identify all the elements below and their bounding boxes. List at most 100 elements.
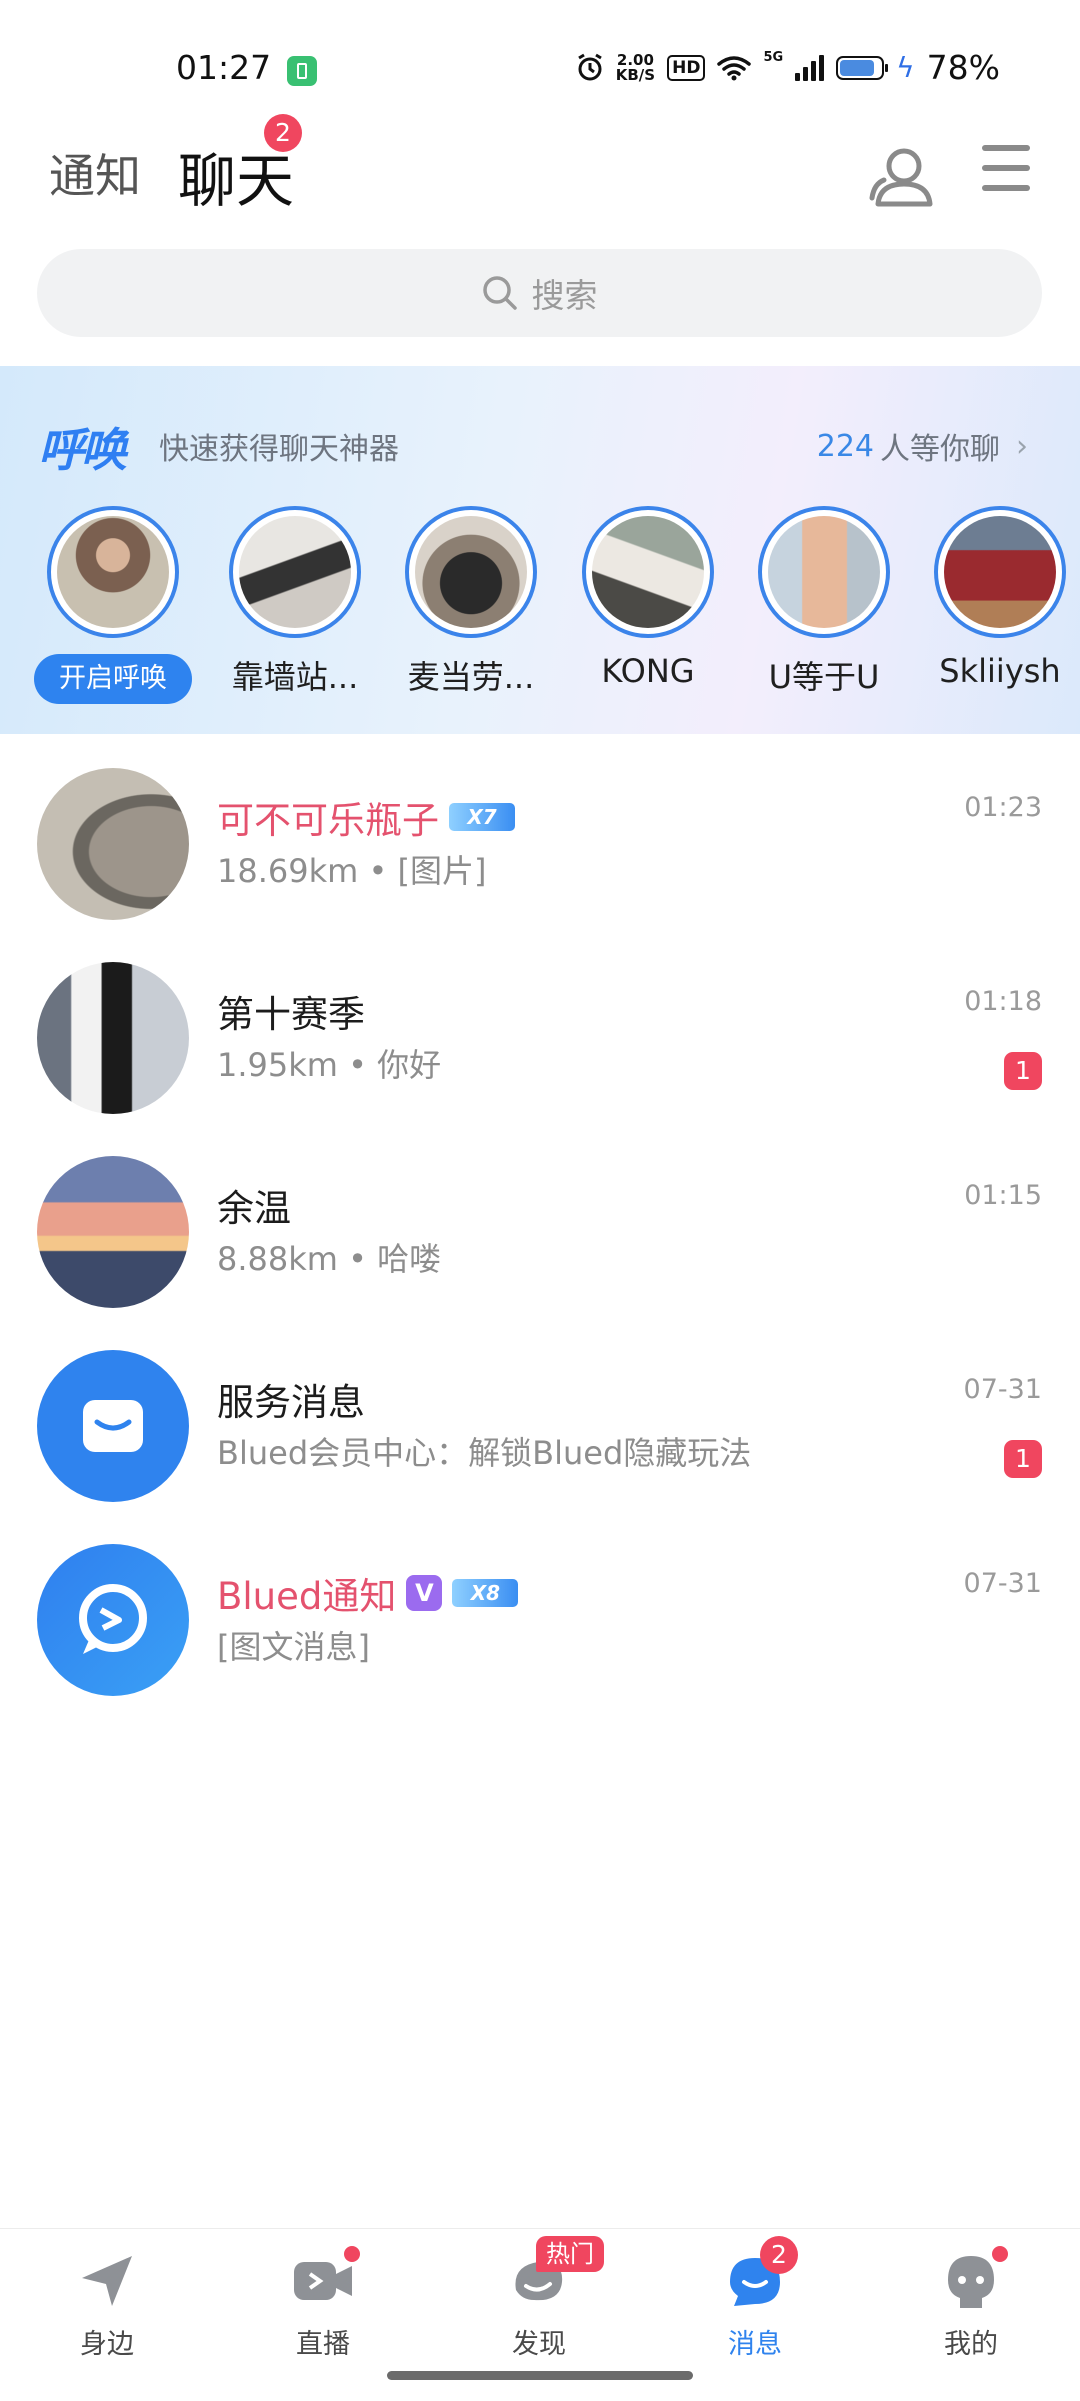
story-name: 靠墙站... xyxy=(231,658,359,696)
message-icon: 2 xyxy=(724,2236,798,2312)
story-name: KONG xyxy=(601,652,695,690)
story-item[interactable]: U等于U xyxy=(758,506,890,698)
vip-level: 7 xyxy=(482,805,497,829)
status-time: 01:27 xyxy=(176,48,272,87)
vip-level: 8 xyxy=(486,1581,501,1605)
chat-name-text: 服务消息 xyxy=(217,1381,365,1424)
chat-name-text: 余温 xyxy=(217,1187,291,1230)
search-bar[interactable]: 搜索 xyxy=(37,249,1042,337)
story-item[interactable]: 靠墙站... xyxy=(229,506,361,698)
story-avatar-ring xyxy=(405,506,537,638)
nav-label: 直播 xyxy=(296,2329,350,2360)
messages-badge: 2 xyxy=(760,2236,798,2274)
story-item[interactable]: 麦当劳... xyxy=(405,506,537,698)
nav-messages[interactable]: 2 消息 xyxy=(690,2236,820,2361)
story-avatar xyxy=(415,516,527,628)
battery-icon xyxy=(836,55,889,80)
unread-badge: 1 xyxy=(1004,1052,1042,1090)
story-avatar-ring xyxy=(934,506,1066,638)
nearby-icon xyxy=(76,2250,138,2312)
self-avatar xyxy=(57,516,169,628)
contacts-button[interactable] xyxy=(866,140,938,212)
live-icon xyxy=(292,2246,360,2312)
status-icons: 2.00 KB/S HD 5G ϟ 78% xyxy=(576,48,1000,87)
story-avatar xyxy=(944,516,1056,628)
story-avatar xyxy=(239,516,351,628)
nav-profile[interactable]: 我的 xyxy=(906,2246,1036,2361)
summon-subtitle: 快速获得聊天神器 xyxy=(159,432,399,467)
story-name: 麦当劳... xyxy=(407,658,535,696)
chat-name: 可不可乐瓶子 X7 xyxy=(217,790,515,844)
story-avatar-ring xyxy=(758,506,890,638)
nav-dot xyxy=(992,2246,1008,2262)
verified-badge: V xyxy=(406,1575,443,1611)
hot-badge: 热门 xyxy=(536,2236,604,2272)
chat-tab-badge: 2 xyxy=(264,114,302,152)
nav-discover[interactable]: 热门 发现 xyxy=(474,2236,604,2361)
chat-row[interactable]: 余温 8.88km • 哈喽 01:15 xyxy=(0,1118,1080,1312)
network-type: 5G xyxy=(763,50,784,65)
chat-preview: Blued会员中心：解锁Blued隐藏玩法 xyxy=(217,1434,752,1472)
nav-dot xyxy=(344,2246,360,2262)
chat-time: 01:15 xyxy=(964,1180,1042,1211)
net-speed: 2.00 KB/S xyxy=(615,52,656,84)
chat-row[interactable]: 可不可乐瓶子 X7 18.69km • [图片] 01:23 xyxy=(0,730,1080,924)
chat-name: Blued通知 V X8 xyxy=(217,1566,519,1620)
menu-button[interactable] xyxy=(982,145,1034,197)
wifi-icon xyxy=(717,55,752,80)
chat-row[interactable]: 服务消息 Blued会员中心：解锁Blued隐藏玩法 07-31 1 xyxy=(0,1312,1080,1506)
chat-preview: 18.69km • [图片] xyxy=(217,852,487,890)
chat-time: 07-31 xyxy=(963,1568,1042,1599)
summon-logo-text: 呼唤 xyxy=(38,423,127,477)
home-indicator[interactable] xyxy=(387,2371,693,2380)
nav-label: 发现 xyxy=(512,2329,566,2360)
chat-name: 余温 xyxy=(217,1178,291,1232)
nav-nearby[interactable]: 身边 xyxy=(42,2250,172,2361)
chat-name-text: Blued通知 xyxy=(217,1575,397,1618)
summon-waiting-link[interactable]: 224 人等你聊 › xyxy=(817,424,1028,468)
nav-label: 消息 xyxy=(728,2329,782,2360)
story-avatar xyxy=(592,516,704,628)
menu-icon xyxy=(982,145,1034,197)
chat-time: 01:18 xyxy=(964,986,1042,1017)
signal-icon xyxy=(795,54,825,81)
charging-icon: ϟ xyxy=(896,51,915,84)
chat-row[interactable]: Blued通知 V X8 [图文消息] 07-31 xyxy=(0,1506,1080,1700)
vip-badge: X8 xyxy=(452,1579,519,1607)
search-placeholder: 搜索 xyxy=(531,276,598,315)
avatar xyxy=(37,962,189,1114)
story-avatar xyxy=(768,516,880,628)
start-summon-button[interactable]: 开启呼唤 xyxy=(34,654,192,704)
nav-live[interactable]: 直播 xyxy=(258,2246,388,2361)
chat-time: 01:23 xyxy=(964,792,1042,823)
chat-name: 第十赛季 xyxy=(217,984,365,1038)
summon-count-suffix: 人等你聊 xyxy=(880,432,1000,467)
nav-label: 我的 xyxy=(944,2329,998,2360)
story-name: U等于U xyxy=(768,658,880,696)
story-item[interactable]: KONG xyxy=(582,506,714,690)
story-item[interactable]: Skliiysh xyxy=(934,506,1066,690)
chat-preview: 1.95km • 你好 xyxy=(217,1046,442,1084)
tab-notifications[interactable]: 通知 xyxy=(49,140,141,206)
vip-badge: X7 xyxy=(449,803,515,831)
chat-time: 07-31 xyxy=(963,1374,1042,1405)
battery-percent: 78% xyxy=(926,48,1000,87)
hd-badge: HD xyxy=(667,54,706,81)
chat-row[interactable]: 第十赛季 1.95km • 你好 01:18 1 xyxy=(0,924,1080,1118)
story-name: Skliiysh xyxy=(939,652,1061,690)
story-avatar-ring xyxy=(229,506,361,638)
story-avatar-ring xyxy=(582,506,714,638)
summon-start[interactable]: 开启呼唤 xyxy=(34,506,192,704)
net-speed-unit: KB/S xyxy=(615,65,656,84)
avatar xyxy=(37,1156,189,1308)
nav-label: 身边 xyxy=(80,2329,134,2360)
chat-name: 服务消息 xyxy=(217,1372,365,1426)
chat-preview: [图文消息] xyxy=(217,1628,370,1666)
search-icon xyxy=(482,276,517,310)
profile-icon xyxy=(940,2246,1008,2312)
alarm-icon xyxy=(577,53,602,80)
blued-logo-icon xyxy=(79,1584,147,1654)
summon-logo: 呼唤 xyxy=(38,414,127,480)
app-battery-icon xyxy=(287,56,317,86)
chat-name-text: 可不可乐瓶子 xyxy=(217,799,439,842)
